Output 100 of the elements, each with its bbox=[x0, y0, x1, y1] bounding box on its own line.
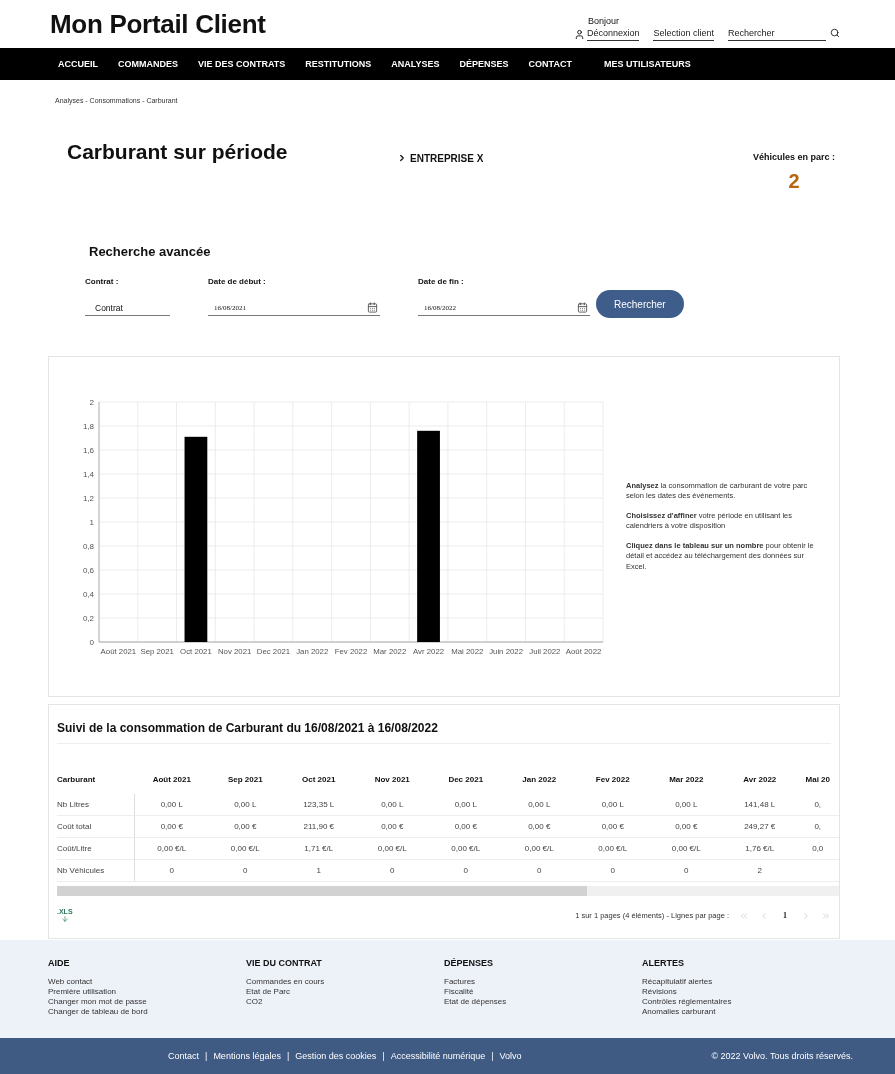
footer-link[interactable]: Etat de dépenses bbox=[444, 997, 642, 1006]
table-cell[interactable]: 0 bbox=[135, 860, 209, 882]
table-cell[interactable]: 0,00 L bbox=[355, 794, 429, 816]
footer-link[interactable]: Changer mon mot de passe bbox=[48, 997, 246, 1006]
footer-link[interactable]: Volvo bbox=[499, 1051, 522, 1061]
site-logo: Mon Portail Client bbox=[50, 8, 266, 40]
table-cell[interactable]: 1 bbox=[282, 860, 356, 882]
calendar-icon[interactable] bbox=[577, 302, 588, 313]
previous-page-button[interactable] bbox=[759, 910, 769, 921]
logout-link[interactable]: Déconnexion bbox=[586, 27, 640, 41]
field-label: Date de début : bbox=[208, 277, 267, 286]
next-page-button[interactable] bbox=[801, 910, 811, 921]
table-cell[interactable]: 0,00 € bbox=[208, 816, 282, 838]
nav-item[interactable]: VIE DES CONTRATS bbox=[198, 59, 286, 69]
search-icon[interactable] bbox=[830, 28, 840, 38]
footer-link[interactable]: Contact bbox=[168, 1051, 200, 1061]
footer-link[interactable]: Révisions bbox=[642, 987, 840, 996]
table-cell[interactable]: 123,35 L bbox=[282, 794, 356, 816]
footer-link[interactable]: Gestion des cookies bbox=[295, 1051, 377, 1061]
calendar-icon[interactable] bbox=[367, 302, 378, 313]
footer-link[interactable]: Récapitulatif alertes bbox=[642, 977, 840, 986]
table-cell[interactable]: 0,00 €/L bbox=[208, 838, 282, 860]
table-cell[interactable]: 0,00 € bbox=[649, 816, 723, 838]
footer-link[interactable]: Mentions légales bbox=[213, 1051, 281, 1061]
table-cell[interactable]: 0,00 €/L bbox=[429, 838, 503, 860]
table-cell[interactable]: 0,0 bbox=[796, 838, 839, 860]
table-cell[interactable]: 0 bbox=[355, 860, 429, 882]
table-cell[interactable]: 0,00 € bbox=[355, 816, 429, 838]
nav-item[interactable]: DÉPENSES bbox=[459, 59, 509, 69]
column-header: Oct 2021 bbox=[301, 773, 337, 786]
table-cell[interactable]: 0,00 €/L bbox=[135, 838, 209, 860]
search-button[interactable]: Rechercher bbox=[596, 290, 684, 318]
table-cell[interactable]: 0 bbox=[208, 860, 282, 882]
page-title: Carburant sur période bbox=[67, 140, 289, 165]
table-cell[interactable]: 0,00 € bbox=[502, 816, 576, 838]
input-field[interactable]: Contrat bbox=[85, 300, 170, 316]
page-button[interactable]: 1 bbox=[779, 911, 791, 920]
nav-item[interactable]: MES UTILISATEURS bbox=[603, 59, 691, 69]
separator: | bbox=[286, 1051, 290, 1061]
footer-link[interactable]: Etat de Parc bbox=[246, 987, 444, 996]
axis-tick-label: 0,2 bbox=[82, 613, 94, 623]
axis-tick-label: 1,6 bbox=[82, 445, 94, 455]
nav-item[interactable]: ACCUEIL bbox=[58, 59, 98, 69]
copyright: © 2022 Volvo. Tous droits réservés. bbox=[711, 1051, 853, 1061]
column-header: Août 2021 bbox=[151, 773, 192, 786]
table-cell[interactable]: 0,00 L bbox=[208, 794, 282, 816]
row-header: Coût total bbox=[57, 816, 135, 838]
nav-item[interactable]: COMMANDES bbox=[118, 59, 178, 69]
scrollbar-thumb[interactable] bbox=[57, 886, 587, 896]
client-select-link[interactable]: Selection client bbox=[653, 27, 714, 41]
table-cell[interactable]: 141,48 L bbox=[723, 794, 797, 816]
column-header: Carburant bbox=[57, 773, 97, 786]
axis-tick-label: 0,8 bbox=[82, 541, 94, 551]
footer-link[interactable]: Accessibilité numérique bbox=[390, 1051, 486, 1061]
footer-link[interactable]: CO2 bbox=[246, 997, 444, 1006]
footer-heading: DÉPENSES bbox=[444, 958, 495, 968]
footer-link[interactable]: Anomalies carburant bbox=[642, 1007, 840, 1016]
table-cell[interactable]: 0,00 € bbox=[429, 816, 503, 838]
table-cell[interactable]: 0 bbox=[502, 860, 576, 882]
axis-tick-label: 0,6 bbox=[82, 565, 94, 575]
nav-item[interactable]: CONTACT bbox=[528, 59, 572, 69]
footer-link[interactable]: Première utilisation bbox=[48, 987, 246, 996]
nav-item[interactable]: RESTITUTIONS bbox=[305, 59, 372, 69]
nav-item[interactable]: ANALYSES bbox=[391, 59, 440, 69]
table-cell[interactable]: 0, bbox=[796, 794, 839, 816]
table-cell[interactable]: 0 bbox=[576, 860, 650, 882]
table-cell[interactable]: 1,71 €/L bbox=[282, 838, 356, 860]
footer-link[interactable]: Commandes en cours bbox=[246, 977, 444, 986]
field-label: Date de fin : bbox=[418, 277, 465, 286]
table-cell[interactable]: 0 bbox=[649, 860, 723, 882]
table-cell[interactable]: 0,00 €/L bbox=[355, 838, 429, 860]
table-cell[interactable]: 0 bbox=[429, 860, 503, 882]
table-cell[interactable]: 0, bbox=[796, 816, 839, 838]
footer-link[interactable]: Contrôles réglementaires bbox=[642, 997, 840, 1006]
footer-link[interactable]: Factures bbox=[444, 977, 642, 986]
scrollbar-track[interactable] bbox=[57, 886, 839, 896]
table-cell[interactable]: 0,00 L bbox=[649, 794, 723, 816]
table-cell[interactable]: 0,00 L bbox=[576, 794, 650, 816]
table-cell[interactable]: 2 bbox=[723, 860, 797, 882]
table-cell[interactable]: 0,00 € bbox=[576, 816, 650, 838]
table-cell[interactable]: 0,00 L bbox=[429, 794, 503, 816]
footer-link[interactable]: Changer de tableau de bord bbox=[48, 1007, 246, 1016]
row-header: Nb Véhicules bbox=[57, 860, 135, 882]
footer-link[interactable]: Web contact bbox=[48, 977, 246, 986]
table-cell[interactable]: 0,00 L bbox=[502, 794, 576, 816]
table-cell[interactable]: 0,00 L bbox=[135, 794, 209, 816]
footer-link[interactable]: Fiscalité bbox=[444, 987, 642, 996]
axis-tick-label: 0,4 bbox=[82, 589, 94, 599]
table-cell[interactable]: 0,00 €/L bbox=[649, 838, 723, 860]
table-cell[interactable]: 211,90 € bbox=[282, 816, 356, 838]
table-cell[interactable]: 249,27 € bbox=[723, 816, 797, 838]
table-cell[interactable]: 0,00 € bbox=[135, 816, 209, 838]
company-name: ENTREPRISE X bbox=[410, 153, 484, 164]
row-header: Nb Litres bbox=[57, 794, 135, 816]
last-page-button[interactable] bbox=[821, 910, 831, 921]
table-cell[interactable]: 0,00 €/L bbox=[502, 838, 576, 860]
table-cell[interactable]: 0,00 €/L bbox=[576, 838, 650, 860]
column-header: Avr 2022 bbox=[742, 773, 778, 786]
table-cell[interactable]: 1,76 €/L bbox=[723, 838, 797, 860]
column-header: Nov 2021 bbox=[373, 773, 411, 786]
